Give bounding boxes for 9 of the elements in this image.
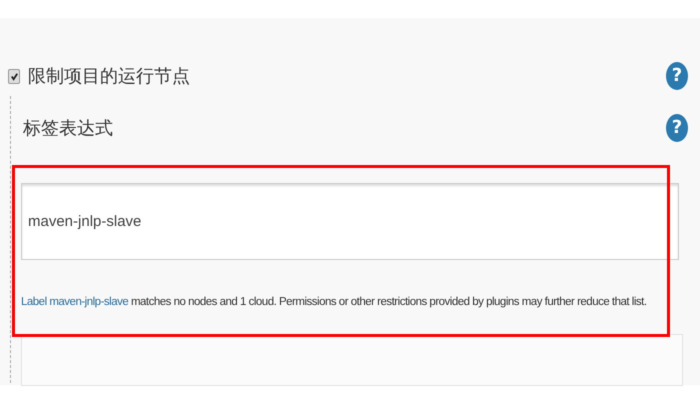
help-icon[interactable]: ? (666, 62, 688, 90)
field-description: Label maven-jnlp-slave matches no nodes and 1 cloud. Permissions or other restrictions provided by plugins may further reduce that list. (21, 295, 648, 310)
field-label: 标签表达式 (23, 117, 114, 140)
check-icon (10, 72, 18, 80)
help-icon[interactable]: ? (666, 114, 688, 142)
label-link[interactable]: Label maven-jnlp-slave (21, 296, 128, 308)
input-field[interactable]: maven-jnlp-slave (21, 183, 679, 260)
checkbox[interactable] (8, 68, 20, 84)
checkbox-label: 限制项目的运行节点 (28, 65, 191, 88)
